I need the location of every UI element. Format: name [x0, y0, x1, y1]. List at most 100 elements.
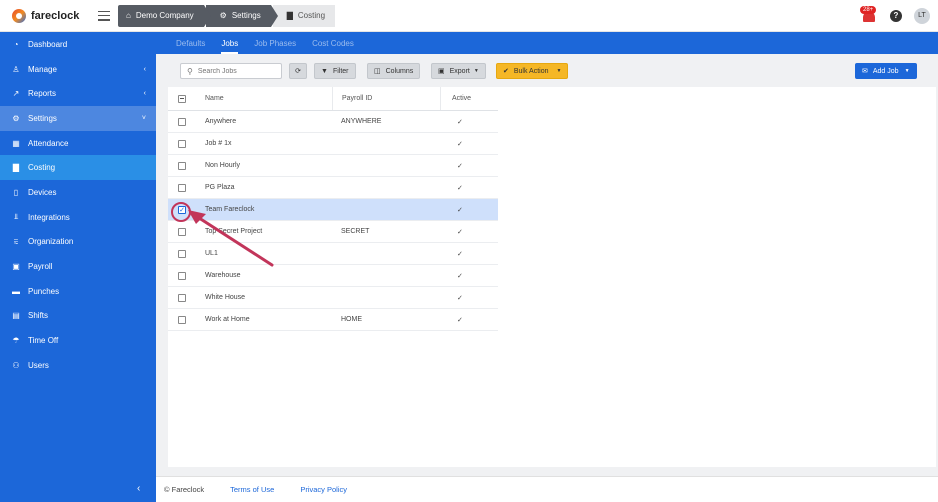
sidebar-item-settings[interactable]: ⚙ Settings ˅ — [0, 106, 156, 131]
logo[interactable]: fareclock — [12, 8, 92, 23]
breadcrumb: ⌂ Demo Company ⚙ Settings ▇ Costing — [118, 4, 337, 27]
caret-down-icon: ▼ — [556, 68, 562, 74]
active-check-icon: ✓ — [457, 294, 463, 302]
export-button[interactable]: ▣ Export ▼ — [431, 63, 486, 79]
footer: © Fareclock Terms of Use Privacy Policy — [156, 476, 938, 502]
row-checkbox[interactable] — [178, 183, 186, 192]
sidebar-item-time-off[interactable]: ☂ Time Off — [0, 328, 156, 353]
bulk-action-button[interactable]: ✔ Bulk Action ▼ — [496, 63, 569, 79]
table-row[interactable]: White House ✓ — [168, 287, 498, 309]
tab-jobs[interactable]: Jobs — [221, 39, 239, 54]
columns-button[interactable]: ◫ Columns — [367, 63, 421, 79]
costing-icon: ▇ — [12, 163, 20, 173]
breadcrumb-demo-company[interactable]: ⌂ Demo Company — [118, 4, 211, 27]
sidebar-item-label: Punches — [28, 286, 60, 296]
privacy-link[interactable]: Privacy Policy — [300, 485, 347, 494]
table-row[interactable]: Anywhere ANYWHERE ✓ — [168, 111, 498, 133]
costing-icon: ▇ — [286, 11, 293, 20]
sidebar-item-organization[interactable]: ⩳ Organization — [0, 230, 156, 255]
column-header-name[interactable]: Name — [196, 95, 332, 102]
filter-button[interactable]: ▼ Filter — [314, 63, 356, 79]
column-header-active[interactable]: Active — [440, 87, 498, 110]
bulk-icon: ✔ — [503, 68, 509, 75]
sidebar-item-devices[interactable]: ▯ Devices — [0, 180, 156, 205]
column-header-payroll-id[interactable]: Payroll ID — [332, 87, 440, 110]
row-checkbox[interactable] — [178, 293, 186, 302]
search-input[interactable] — [197, 67, 278, 75]
payroll-id — [332, 243, 440, 264]
sidebar-item-label: Integrations — [28, 212, 70, 222]
sidebar-item-dashboard[interactable]: ◔ Dashboard — [0, 32, 156, 57]
punch-icon: ▬ — [12, 286, 20, 296]
sidebar-item-label: Manage — [28, 64, 57, 74]
sidebar-item-label: Costing — [28, 163, 56, 173]
chart-icon: ↗ — [12, 89, 20, 99]
gear-icon: ⚙ — [12, 113, 20, 123]
top-bar: fareclock ⌂ Demo Company ⚙ Settings ▇ Co… — [0, 0, 938, 32]
job-name: Job # 1x — [205, 140, 232, 147]
breadcrumb-label: Demo Company — [135, 11, 194, 20]
tab-defaults[interactable]: Defaults — [176, 39, 205, 54]
payroll-id — [332, 287, 440, 308]
chevron-left-icon: ‹ — [143, 65, 146, 73]
sidebar-item-punches[interactable]: ▬ Punches — [0, 279, 156, 304]
row-checkbox[interactable] — [178, 161, 186, 170]
job-name: White House — [205, 294, 246, 301]
sidebar-item-label: Attendance — [28, 138, 69, 148]
table-row[interactable]: Warehouse ✓ — [168, 265, 498, 287]
sidebar-item-costing[interactable]: ▇ Costing — [0, 155, 156, 181]
sidebar-item-label: Organization — [28, 237, 74, 247]
job-name: Anywhere — [205, 118, 237, 125]
logo-text: fareclock — [31, 9, 80, 22]
annotation-arrow-icon — [188, 210, 274, 267]
table-header: Name Payroll ID Active — [168, 87, 498, 111]
caret-down-icon: ▼ — [473, 68, 479, 74]
row-checkbox[interactable] — [178, 227, 186, 236]
payroll-id — [332, 177, 440, 198]
plug-icon: ⫫ — [13, 212, 19, 222]
sidebar-item-shifts[interactable]: ▤ Shifts — [0, 304, 156, 329]
row-checkbox[interactable] — [178, 249, 186, 258]
copyright: © Fareclock — [164, 485, 205, 494]
help-icon[interactable]: ? — [890, 9, 902, 22]
avatar[interactable]: LT — [914, 7, 930, 24]
table-row[interactable]: PG Plaza ✓ — [168, 177, 498, 199]
collapse-sidebar-icon[interactable]: ‹ — [137, 483, 140, 494]
sidebar-item-manage[interactable]: ♙ Manage ‹ — [0, 57, 156, 82]
row-checkbox[interactable] — [178, 271, 186, 280]
gear-icon: ⚙ — [219, 11, 227, 20]
active-check-icon: ✓ — [457, 206, 463, 214]
sidebar-item-payroll[interactable]: ▣ Payroll — [0, 254, 156, 279]
breadcrumb-settings[interactable]: ⚙ Settings — [205, 4, 278, 27]
payroll-id: HOME — [341, 316, 362, 323]
search-box[interactable]: ⚲ — [180, 63, 282, 79]
table-row[interactable]: Job # 1x ✓ — [168, 133, 498, 155]
row-checkbox[interactable] — [178, 315, 186, 324]
tab-cost-codes[interactable]: Cost Codes — [312, 39, 354, 54]
job-name: Non Hourly — [205, 162, 241, 169]
fareclock-logo-icon — [12, 8, 26, 23]
row-checkbox[interactable] — [178, 117, 186, 126]
refresh-button[interactable]: ⟳ — [289, 63, 307, 79]
active-check-icon: ✓ — [457, 162, 463, 170]
tab-job-phases[interactable]: Job Phases — [254, 39, 296, 54]
menu-icon[interactable] — [98, 10, 110, 21]
breadcrumb-label: Costing — [297, 11, 326, 20]
table-row[interactable]: Work at Home HOME ✓ — [168, 309, 498, 331]
payroll-id — [332, 155, 440, 176]
sidebar-item-users[interactable]: ⚇ Users — [0, 353, 156, 378]
tab-bar: Defaults Jobs Job Phases Cost Codes — [156, 32, 938, 54]
columns-icon: ◫ — [374, 68, 381, 75]
terms-link[interactable]: Terms of Use — [230, 485, 274, 494]
select-all-checkbox[interactable] — [178, 94, 186, 103]
table-row[interactable]: Non Hourly ✓ — [168, 155, 498, 177]
sidebar-item-integrations[interactable]: ⫫ Integrations — [0, 205, 156, 230]
calendar-icon: ▦ — [12, 138, 20, 148]
notifications-button[interactable]: 28+ — [860, 5, 878, 24]
active-check-icon: ✓ — [457, 316, 463, 324]
add-job-button[interactable]: ✉ Add Job ▼ — [855, 63, 917, 79]
active-check-icon: ✓ — [457, 272, 463, 280]
sidebar-item-attendance[interactable]: ▦ Attendance — [0, 131, 156, 156]
row-checkbox[interactable] — [178, 139, 186, 148]
sidebar-item-reports[interactable]: ↗ Reports ‹ — [0, 81, 156, 106]
